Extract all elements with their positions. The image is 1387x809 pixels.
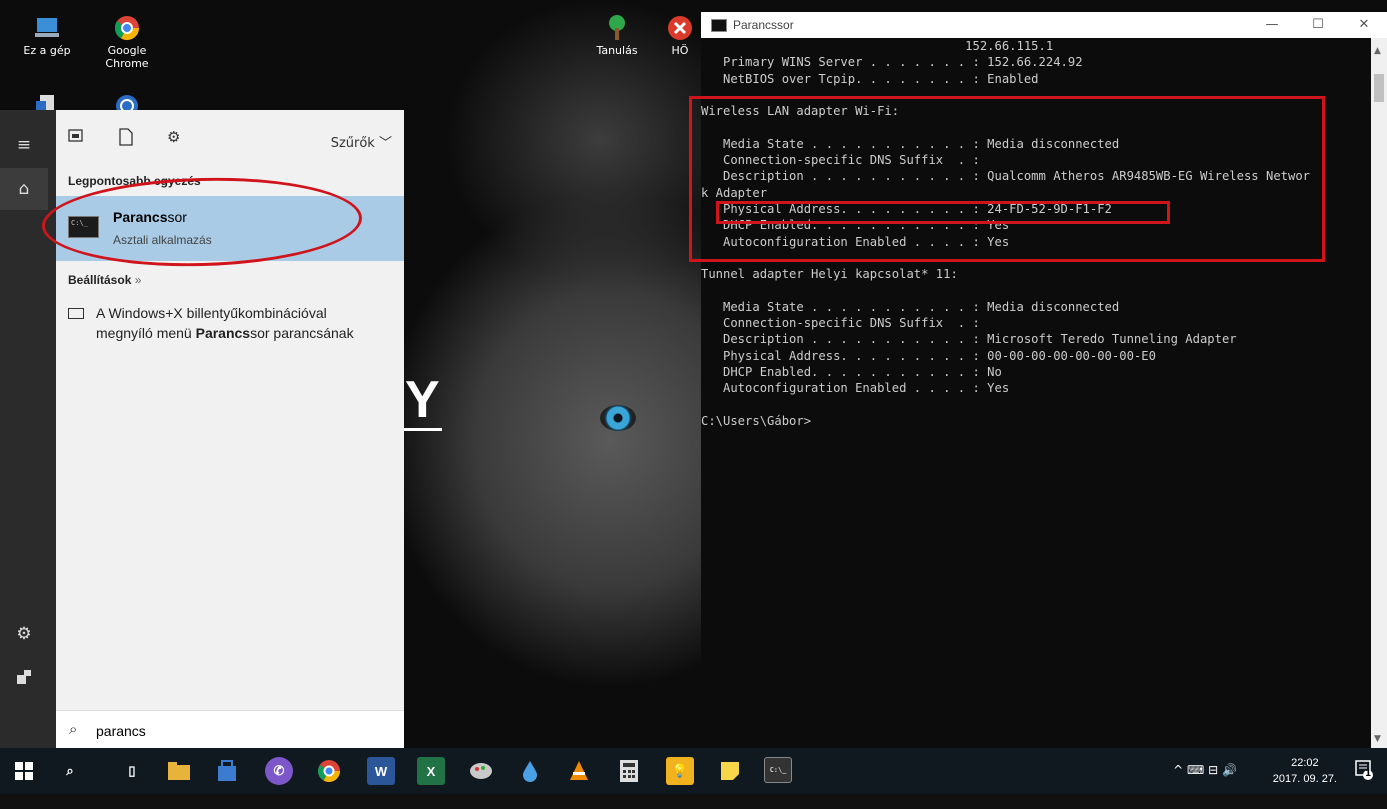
filters-dropdown[interactable]: Szűrők ﹀ bbox=[331, 132, 392, 151]
search-filter-bar: ⚙ Szűrők ﹀ bbox=[56, 110, 404, 166]
console-line: 152.66.115.1 bbox=[701, 39, 1054, 53]
system-tray[interactable]: ^ ⌨ ⊟ 🔊 bbox=[1173, 763, 1237, 809]
chrome-icon bbox=[113, 14, 141, 42]
vlc-icon[interactable] bbox=[565, 757, 593, 785]
desktop-icon-label: Tanulás bbox=[596, 44, 638, 57]
cmd-window-icon bbox=[711, 19, 727, 32]
console-line: Description . . . . . . . . . . . : Micr… bbox=[701, 332, 1237, 347]
settings-heading: Beállítások » bbox=[68, 273, 141, 287]
notification-center-icon[interactable]: 1 bbox=[1355, 760, 1373, 780]
desktop-icon-tanulas[interactable]: Tanulás bbox=[582, 14, 652, 57]
tree-icon bbox=[603, 14, 631, 42]
console-line: Tunnel adapter Helyi kapcsolat* 11: bbox=[701, 267, 958, 282]
paint-icon[interactable] bbox=[467, 757, 495, 785]
keyboard-icon bbox=[68, 308, 84, 319]
console-line: Media State . . . . . . . . . . . : Medi… bbox=[701, 299, 1120, 314]
scroll-up-icon[interactable]: ▲ bbox=[1374, 46, 1381, 56]
console-line: Connection-specific DNS Suffix . : bbox=[701, 316, 980, 331]
desktop-icon-this-pc[interactable]: Ez a gép bbox=[12, 14, 82, 57]
settings-heading-text: Beállítások bbox=[68, 273, 132, 287]
gear-icon[interactable]: ⚙ bbox=[0, 613, 48, 655]
annotation-box-mac bbox=[716, 201, 1170, 224]
clock-time: 22:02 bbox=[1291, 757, 1319, 769]
chrome-icon[interactable] bbox=[315, 757, 343, 785]
power-icon bbox=[113, 92, 141, 110]
desktop-icon-partial-2[interactable] bbox=[92, 92, 162, 110]
console-line: NetBIOS over Tcpip. . . . . . . . : Enab… bbox=[701, 71, 1039, 86]
scroll-down-icon[interactable]: ▼ bbox=[1374, 734, 1381, 744]
scroll-thumb[interactable] bbox=[1374, 74, 1384, 102]
wallpaper-eye bbox=[600, 405, 636, 431]
minimize-button[interactable]: — bbox=[1249, 12, 1295, 38]
feedback-icon[interactable] bbox=[0, 656, 48, 698]
maximize-button[interactable]: ☐ bbox=[1295, 12, 1341, 38]
home-icon[interactable]: ⌂ bbox=[0, 168, 48, 210]
apps-filter-icon[interactable] bbox=[68, 128, 88, 148]
setting-line1: A Windows+X billentyűkombinációval bbox=[96, 305, 327, 321]
sticky-notes-icon[interactable] bbox=[716, 757, 744, 785]
droplet-icon[interactable] bbox=[516, 757, 544, 785]
settings-more-arrow[interactable]: » bbox=[135, 273, 142, 287]
search-icon[interactable]: ⌕ bbox=[56, 757, 84, 785]
settings-filter-icon[interactable]: ⚙ bbox=[167, 128, 187, 148]
excel-icon[interactable]: X bbox=[417, 757, 445, 785]
wallpaper-letter: Y bbox=[405, 371, 440, 429]
setting-line2-bold: Parancs bbox=[195, 325, 251, 341]
word-icon[interactable]: W bbox=[367, 757, 395, 785]
document-icon bbox=[33, 92, 61, 110]
hamburger-menu-icon[interactable]: ≡ bbox=[0, 124, 48, 166]
setting-result-winx[interactable]: A Windows+X billentyűkombinációval megny… bbox=[68, 303, 398, 343]
console-line: C:\Users\Gábor> bbox=[701, 413, 812, 428]
close-button[interactable]: ✕ bbox=[1341, 12, 1387, 38]
desktop-icon-label: HÖ bbox=[671, 44, 689, 57]
taskbar: ⌕ ▯ ✆ W X 💡 C:\_ ^ ⌨ ⊟ 🔊 22:02 2017. 09.… bbox=[0, 748, 1387, 794]
calculator-icon[interactable] bbox=[615, 757, 643, 785]
search-input[interactable] bbox=[94, 719, 388, 743]
console-scrollbar[interactable]: ▲ ▼ bbox=[1371, 38, 1387, 748]
window-titlebar[interactable]: Parancssor — ☐ ✕ bbox=[701, 12, 1387, 38]
tips-icon[interactable]: 💡 bbox=[666, 757, 694, 785]
annotation-box-wifi bbox=[689, 96, 1325, 262]
console-line: Autoconfiguration Enabled . . . . : Yes bbox=[701, 381, 1010, 396]
red-x-icon bbox=[666, 14, 694, 42]
desktop-icon-ho[interactable]: HÖ bbox=[660, 14, 700, 57]
store-icon[interactable] bbox=[213, 757, 241, 785]
start-search-box[interactable]: ⌕ bbox=[56, 710, 404, 749]
console-line: Primary WINS Server . . . . . . . : 152.… bbox=[701, 55, 1083, 70]
desktop-icon-partial-1[interactable] bbox=[12, 92, 82, 110]
search-icon: ⌕ bbox=[69, 720, 78, 738]
clock-date: 2017. 09. 27. bbox=[1272, 773, 1337, 785]
file-explorer-icon[interactable] bbox=[165, 757, 193, 785]
chevron-down-icon: ﹀ bbox=[378, 136, 392, 151]
start-icon[interactable] bbox=[10, 757, 38, 785]
console-line: DHCP Enabled. . . . . . . . . . . : No bbox=[701, 364, 1002, 379]
console-line: Physical Address. . . . . . . . . : 00-0… bbox=[701, 348, 1156, 363]
documents-filter-icon[interactable] bbox=[118, 128, 138, 148]
setting-line2-post: sor parancsának bbox=[250, 325, 354, 341]
notification-count: 1 bbox=[1365, 769, 1372, 779]
desktop-icon-chrome[interactable]: Google Chrome bbox=[92, 14, 162, 70]
cmd-icon[interactable]: C:\_ bbox=[764, 757, 792, 783]
computer-icon bbox=[33, 14, 61, 42]
viber-icon[interactable]: ✆ bbox=[265, 757, 293, 785]
desktop-icon-label: Google Chrome bbox=[105, 44, 149, 70]
clock[interactable]: 22:02 2017. 09. 27. bbox=[1273, 755, 1337, 787]
desktop-icon-label: Ez a gép bbox=[23, 44, 71, 57]
filters-label: Szűrők bbox=[330, 136, 375, 151]
setting-line2-pre: megnyíló menü bbox=[96, 325, 196, 341]
task-view-icon[interactable]: ▯ bbox=[118, 757, 146, 785]
tray-icons[interactable]: ^ ⌨ ⊟ 🔊 bbox=[1173, 763, 1237, 777]
window-title: Parancssor bbox=[733, 18, 794, 32]
start-nav-rail: ≡ ⌂ ⚙ bbox=[0, 110, 56, 748]
